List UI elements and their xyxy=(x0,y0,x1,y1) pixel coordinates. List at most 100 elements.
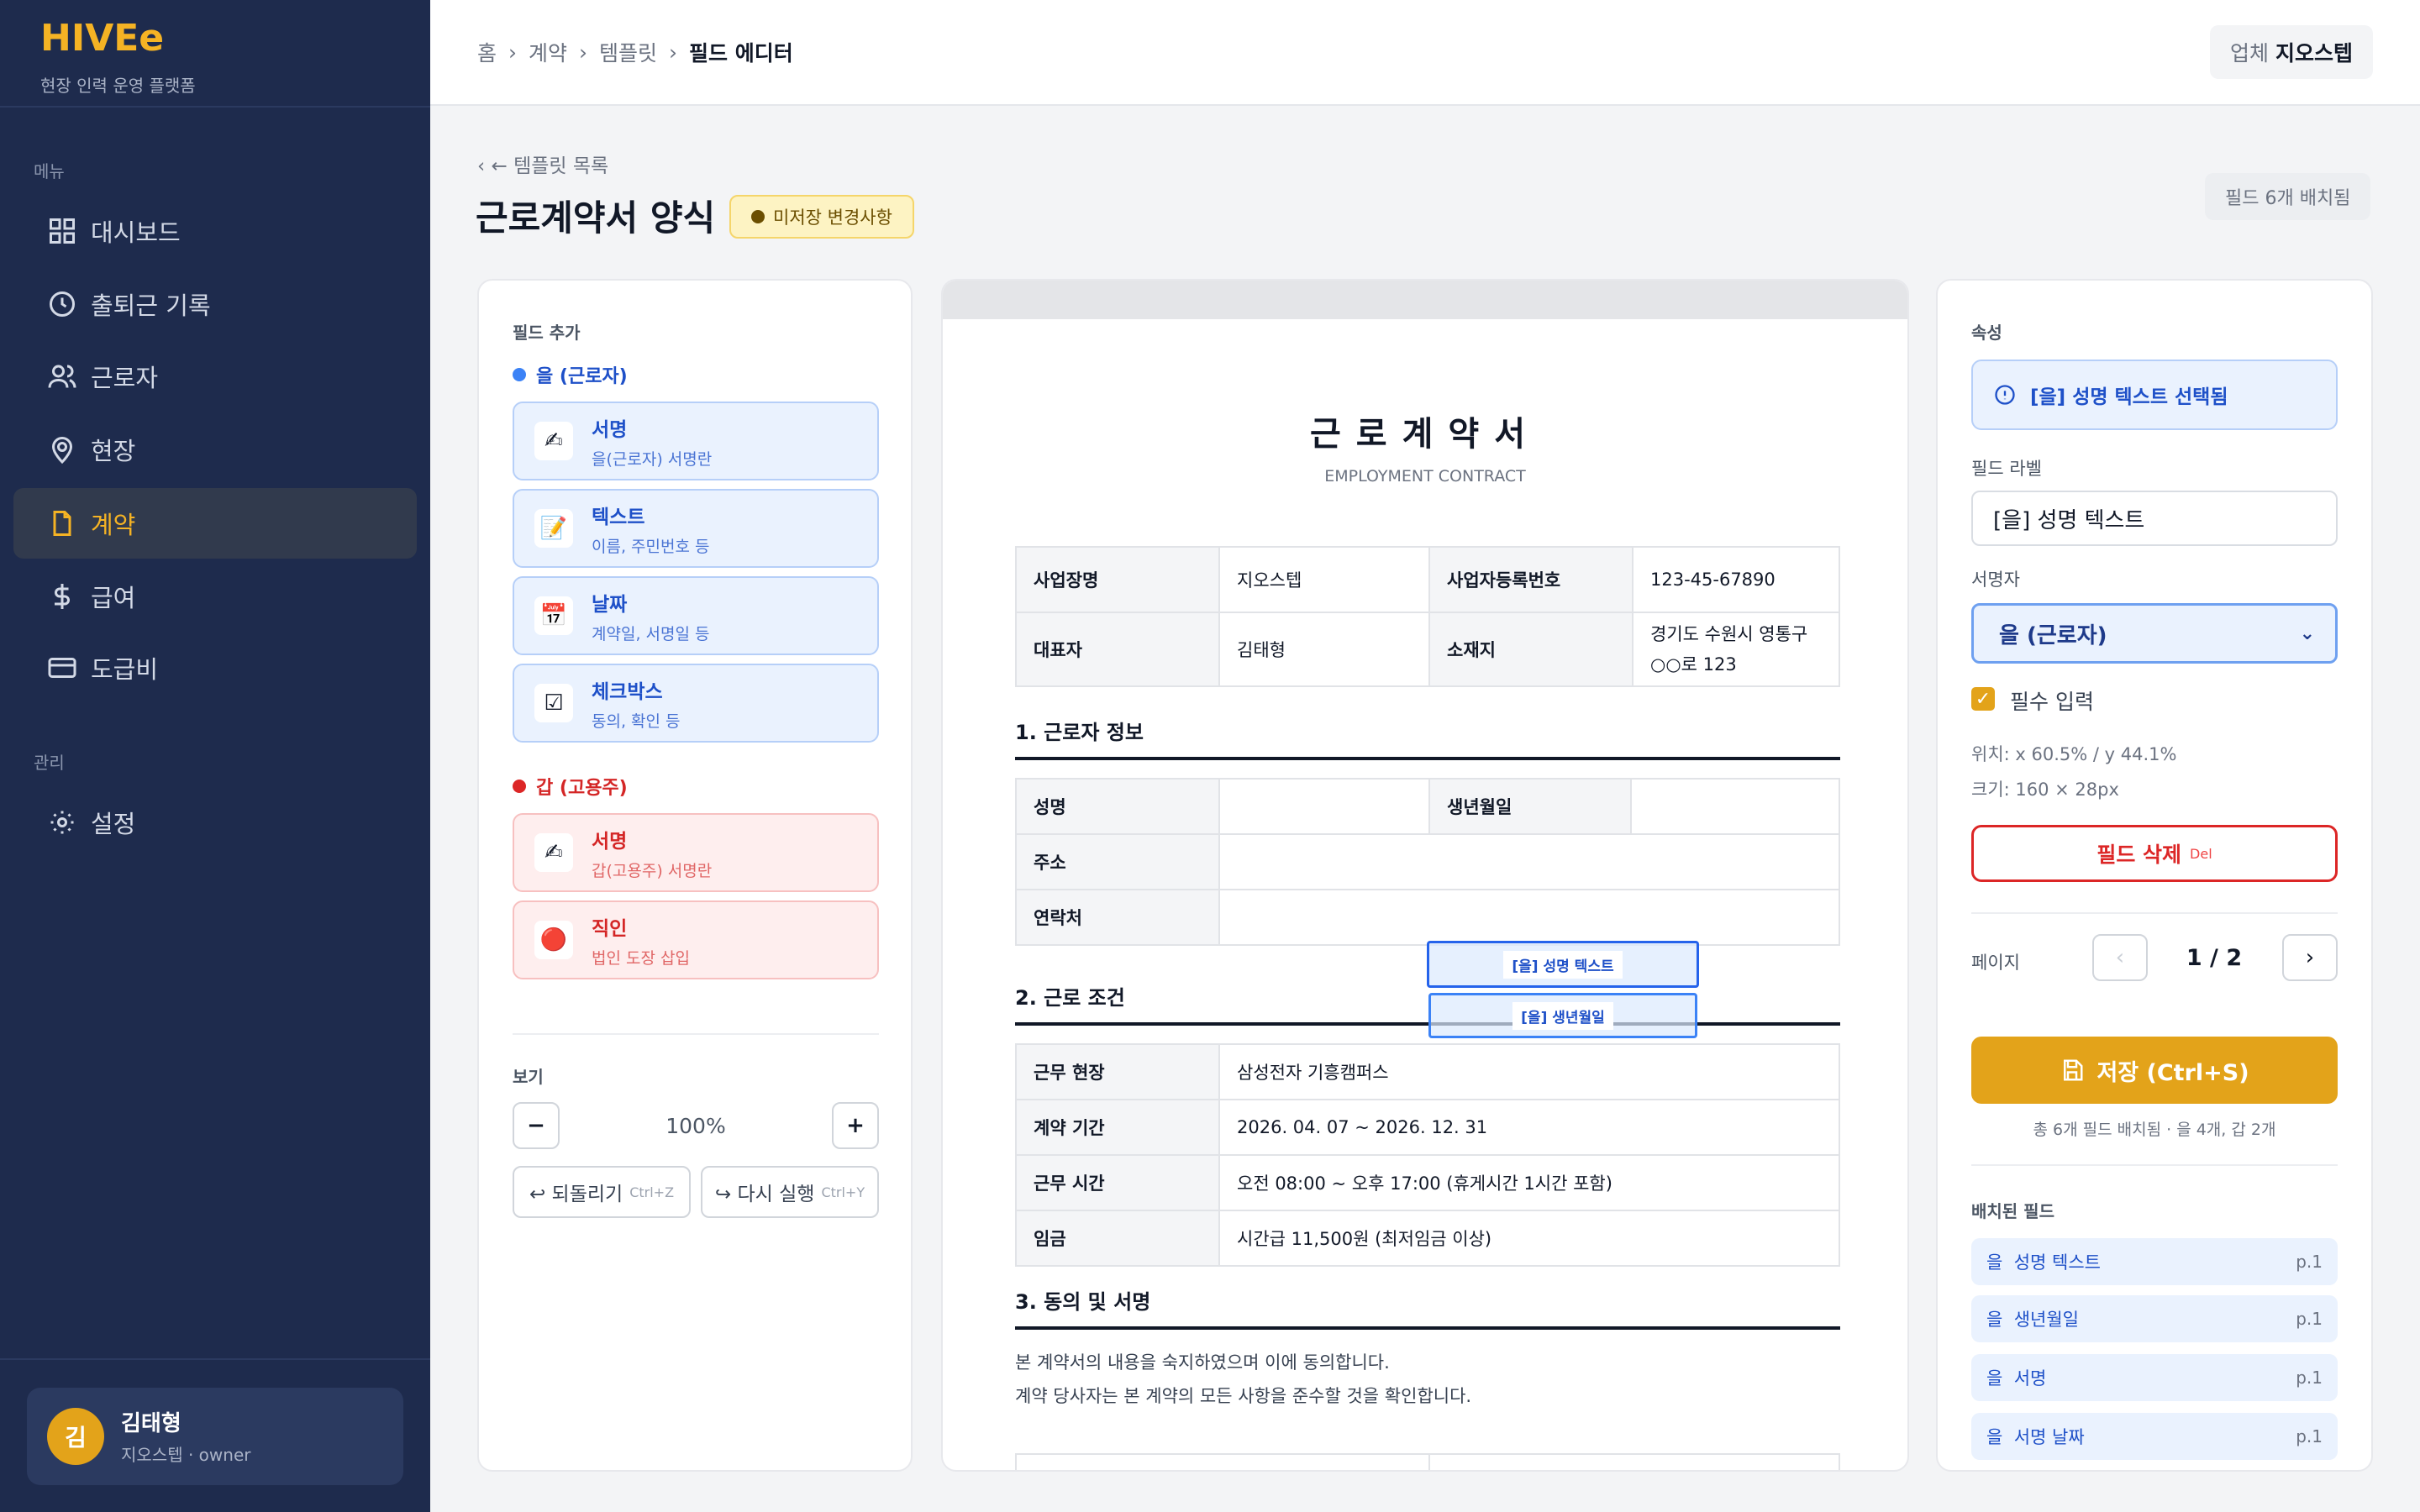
company-switcher[interactable]: 업체 지오스텝 xyxy=(2209,25,2373,79)
party-label: 을 xyxy=(1986,1368,2003,1389)
company-name: 지오스텝 xyxy=(2275,41,2353,66)
sidebar-item-label: 급여 xyxy=(91,584,136,612)
credit-card-icon xyxy=(48,658,76,678)
table-cell: 성명 xyxy=(1015,778,1220,835)
page-title: 근로계약서 양식 xyxy=(476,197,716,239)
table-cell: 대표자 xyxy=(1015,612,1220,687)
placed-field-item[interactable]: 을 서명 날짜 p.1 xyxy=(1971,1413,2338,1460)
sidebar-item-subcontract[interactable]: 도급비 xyxy=(13,633,417,703)
chevron-right-icon: › xyxy=(579,39,588,65)
card-title: 서명 xyxy=(592,418,628,441)
work-terms-table: 근무 현장 삼성전자 기흥캠퍼스 계약 기간 2026. 04. 07 ~ 2026… xyxy=(1015,1043,1840,1267)
add-employer-signature-button[interactable]: ✍ 서명 갑(고용주) 서명란 xyxy=(513,813,879,892)
field-label-title: 필드 라벨 xyxy=(1971,459,2042,479)
add-worker-signature-button[interactable]: ✍ 서명 을(근로자) 서명란 xyxy=(513,402,879,480)
placed-field-birthdate[interactable]: [을] 생년월일 xyxy=(1428,993,1697,1038)
placed-field-item[interactable]: 을 성명 텍스트 p.1 xyxy=(1971,1238,2338,1285)
sidebar-item-label: 설정 xyxy=(91,810,136,838)
placed-field-item[interactable]: 을 서명 p.1 xyxy=(1971,1354,2338,1401)
signer-select[interactable]: 을 (근로자) ⌄ xyxy=(1971,603,2338,664)
delete-label: 필드 삭제 xyxy=(2096,843,2182,867)
card-title: 텍스트 xyxy=(592,506,645,528)
placed-field-name: 생년월일 xyxy=(2013,1310,2079,1330)
next-page-button[interactable]: › xyxy=(2282,934,2338,981)
placed-field-name[interactable]: [을] 성명 텍스트 xyxy=(1427,941,1699,988)
table-cell xyxy=(1218,833,1840,890)
card-desc: 갑(고용주) 서명란 xyxy=(592,861,713,880)
card-title: 체크박스 xyxy=(592,680,663,703)
signer-title: 서명자 xyxy=(1971,570,2020,590)
brand-logo[interactable]: HIVEe xyxy=(40,17,164,60)
add-worker-date-button[interactable]: 📅 날짜 계약일, 서명일 등 xyxy=(513,576,879,655)
delete-field-button[interactable]: 필드 삭제 Del xyxy=(1971,825,2338,882)
paragraph: 계약 당사자는 본 계약의 모든 사항을 준수할 것을 확인합니다. xyxy=(1015,1386,1472,1406)
placed-field-page: p.1 xyxy=(2296,1368,2323,1388)
add-worker-checkbox-button[interactable]: ☑ 체크박스동의, 확인 등 xyxy=(513,664,879,743)
group-label: 갑 (고용주) xyxy=(536,778,628,799)
field-summary: 총 6개 필드 배치됨 · 을 4개, 갑 2개 xyxy=(2033,1121,2276,1139)
sidebar-item-contracts[interactable]: 계약 xyxy=(13,488,417,559)
card-desc: 법인 도장 삽입 xyxy=(592,948,690,968)
group-employer-label: 갑 (고용주) xyxy=(513,773,628,800)
checkbox-icon: ☑ xyxy=(534,684,573,722)
zoom-out-button[interactable]: − xyxy=(513,1102,560,1149)
prev-page-button[interactable]: ‹ xyxy=(2092,934,2148,981)
clock-icon xyxy=(50,291,75,317)
redo-button[interactable]: ↪ 다시 실행 Ctrl+Y xyxy=(701,1166,879,1218)
field-label-input[interactable]: [을] 성명 텍스트 xyxy=(1971,491,2338,546)
table-cell: 2026. 04. 07 ~ 2026. 12. 31 xyxy=(1218,1099,1840,1156)
placed-field-item[interactable]: 을 생년월일 p.1 xyxy=(1971,1295,2338,1342)
table-cell: 삼성전자 기흥캠퍼스 xyxy=(1218,1043,1840,1100)
save-label: 저장 (Ctrl+S) xyxy=(2096,1059,2249,1086)
breadcrumb-templates[interactable]: 템플릿 xyxy=(599,37,657,67)
sidebar-item-dashboard[interactable]: 대시보드 xyxy=(13,196,417,266)
company-label: 업체 xyxy=(2229,41,2269,66)
sidebar-item-label: 출퇴근 기록 xyxy=(91,291,211,320)
placed-field-name: 서명 날짜 xyxy=(2013,1427,2085,1447)
sidebar-item-label: 근로자 xyxy=(91,364,159,392)
unsaved-label: 미저장 변경사항 xyxy=(773,207,892,228)
card-title: 직인 xyxy=(592,917,628,940)
selected-field-text: [을] 성명 텍스트 선택됨 xyxy=(2030,386,2228,408)
zoom-in-button[interactable]: + xyxy=(832,1102,879,1149)
document-canvas[interactable]: 근로계약서 EMPLOYMENT CONTRACT 사업장명 지오스텝 사업자등… xyxy=(941,279,1909,1472)
divider xyxy=(1428,1455,1430,1470)
sidebar-item-settings[interactable]: 설정 xyxy=(13,787,417,858)
table-cell: 경기도 수원시 영통구 ○○로 123 xyxy=(1632,612,1840,687)
redo-label: ↪ 다시 실행 xyxy=(714,1184,815,1205)
section-heading: 3. 동의 및 서명 xyxy=(1015,1285,1840,1330)
placed-field-name: 서명 xyxy=(2013,1368,2047,1389)
breadcrumb-contracts[interactable]: 계약 xyxy=(529,37,567,67)
card-desc: 동의, 확인 등 xyxy=(592,711,681,731)
delete-shortcut: Del xyxy=(2190,845,2212,862)
user-profile[interactable]: 김 김태형 지오스텝 · owner xyxy=(27,1388,403,1485)
add-worker-text-button[interactable]: 📝 텍스트이름, 주민번호 등 xyxy=(513,489,879,568)
undo-label: ↩ 되돌리기 xyxy=(529,1184,623,1205)
card-desc: 이름, 주민번호 등 xyxy=(592,537,710,556)
info-icon xyxy=(1995,385,2015,405)
sidebar-item-workers[interactable]: 근로자 xyxy=(13,341,417,412)
undo-button[interactable]: ↩ 되돌리기 Ctrl+Z xyxy=(513,1166,691,1218)
save-button[interactable]: 저장 (Ctrl+S) xyxy=(1971,1037,2338,1104)
required-checkbox[interactable]: ✓ xyxy=(1971,687,1995,711)
breadcrumb: 홈 › 계약 › 템플릿 › 필드 에디터 xyxy=(477,37,793,67)
breadcrumb-home[interactable]: 홈 xyxy=(477,37,497,67)
table-cell: 사업자등록번호 xyxy=(1428,546,1634,613)
required-label: 필수 입력 xyxy=(2010,690,2094,714)
document-icon xyxy=(53,511,71,536)
position-readout: 위치: x 60.5% / y 44.1% xyxy=(1971,744,2177,764)
divider xyxy=(1971,1164,2338,1166)
sidebar-divider xyxy=(0,1358,430,1360)
memo-icon: 📝 xyxy=(534,509,573,548)
back-link-label: ← 템플릿 목록 xyxy=(491,155,609,177)
sidebar-item-sites[interactable]: 현장 xyxy=(13,414,417,485)
chevron-right-icon: › xyxy=(508,39,518,65)
sidebar-item-attendance[interactable]: 출퇴근 기록 xyxy=(13,269,417,339)
table-cell: 계약 기간 xyxy=(1015,1099,1220,1156)
admin-section-label: 관리 xyxy=(34,753,65,773)
sidebar-item-payroll[interactable]: 급여 xyxy=(13,561,417,632)
sidebar-divider xyxy=(0,106,430,108)
add-employer-seal-button[interactable]: 🔴 직인 법인 도장 삽입 xyxy=(513,900,879,979)
back-link[interactable]: ‹ ← 템플릿 목록 xyxy=(477,150,608,178)
table-cell: 소재지 xyxy=(1428,612,1634,687)
